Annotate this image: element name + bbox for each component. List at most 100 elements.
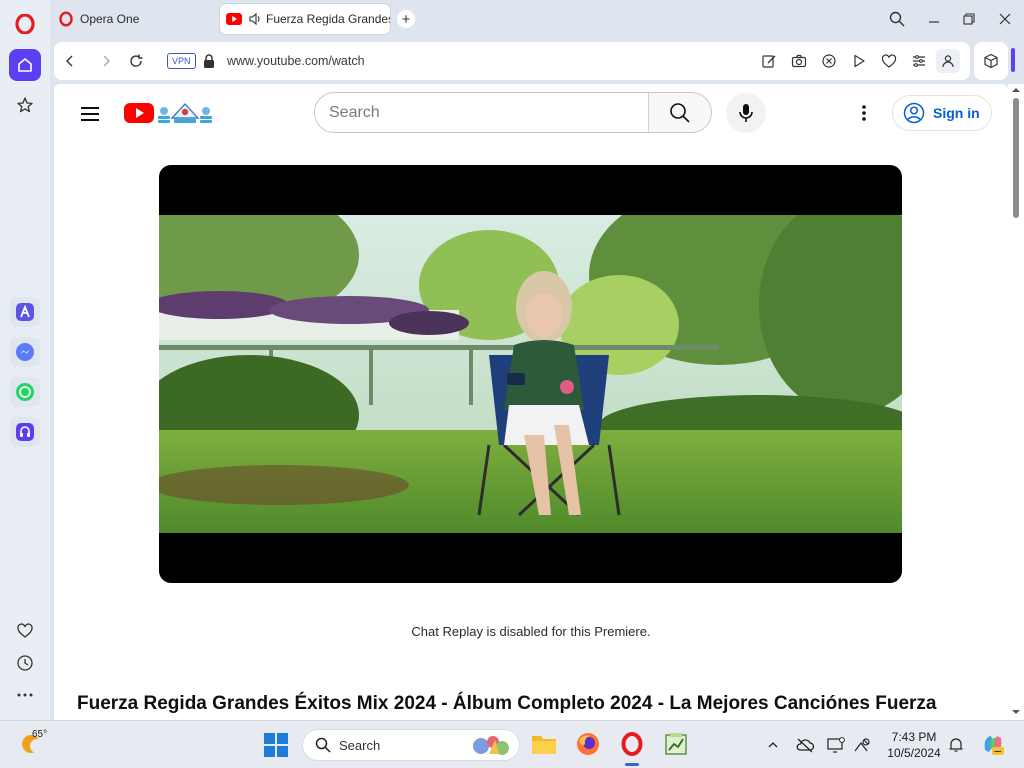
scroll-down-arrow-icon: [1012, 710, 1020, 714]
bell-icon: [949, 738, 963, 752]
messenger-button[interactable]: [10, 337, 40, 367]
windows-logo-icon: [264, 733, 288, 757]
profile-button[interactable]: [936, 49, 960, 73]
search-highlight-icon: [473, 736, 509, 755]
scroll-up-arrow-icon: [1012, 88, 1020, 92]
music-player-button[interactable]: [10, 417, 40, 447]
notifications-button[interactable]: [946, 735, 966, 755]
settings-more-button[interactable]: [852, 101, 876, 125]
guide-menu-button[interactable]: [78, 102, 102, 126]
vpn-badge[interactable]: VPN: [167, 53, 196, 69]
minimize-button[interactable]: [924, 9, 944, 29]
opera-taskbar-button[interactable]: [619, 731, 645, 757]
page-viewport: Sign in: [54, 84, 1008, 720]
restore-button[interactable]: [959, 9, 979, 29]
close-icon: [999, 13, 1011, 25]
history-icon: [17, 655, 33, 671]
taskbar-search[interactable]: Search: [302, 729, 520, 761]
weather-temperature: 65°: [32, 729, 48, 740]
tray-overflow-button[interactable]: [763, 735, 783, 755]
firefox-icon: [577, 733, 599, 755]
extensions-button[interactable]: [974, 42, 1008, 80]
edit-page-button[interactable]: [759, 51, 779, 71]
clock-date: 10/5/2024: [887, 746, 941, 760]
windows-taskbar: 65° Search 7:43 PM 10/5/2024: [0, 720, 1024, 768]
whatsapp-button[interactable]: [10, 377, 40, 407]
profile-icon: [942, 55, 954, 68]
copilot-button[interactable]: [980, 731, 1006, 757]
pinboards-button[interactable]: [15, 621, 35, 641]
new-tab-button[interactable]: +: [397, 10, 415, 28]
lock-icon[interactable]: [199, 51, 219, 71]
search-box: [314, 92, 712, 133]
chart-app-icon: [665, 733, 687, 755]
adblock-button[interactable]: [819, 51, 839, 71]
tab-opera-one[interactable]: Opera One: [56, 4, 216, 34]
vertical-dots-icon: [862, 105, 866, 121]
tab-label: Opera One: [80, 12, 140, 26]
settings-lines-icon: [913, 55, 925, 67]
sidebar-more-button[interactable]: [15, 685, 35, 705]
sidebar-accent-bar: [1011, 48, 1015, 72]
star-icon: [17, 97, 33, 113]
favorites-button[interactable]: [879, 51, 899, 71]
microphone-icon: [739, 104, 753, 122]
aria-icon: [16, 303, 34, 321]
youtube-favicon-icon: [226, 13, 242, 25]
chart-app-button[interactable]: [663, 731, 689, 757]
address-toolbar: VPN www.youtube.com/watch: [54, 42, 970, 80]
onedrive-tray-button[interactable]: [795, 735, 815, 755]
scrollbar-thumb[interactable]: [1013, 98, 1019, 218]
opera-logo-icon: [621, 732, 643, 756]
search-button[interactable]: [648, 93, 711, 132]
reload-button[interactable]: [126, 51, 146, 71]
more-icon: [17, 693, 33, 697]
player-button[interactable]: [849, 51, 869, 71]
bookmarks-button[interactable]: [15, 95, 35, 115]
display-tray-button[interactable]: [826, 735, 846, 755]
tab-search-button[interactable]: [887, 9, 907, 29]
messenger-icon: [16, 343, 34, 361]
reload-icon: [130, 54, 143, 67]
file-explorer-button[interactable]: [531, 731, 557, 757]
start-button[interactable]: [264, 733, 288, 757]
sign-in-label: Sign in: [933, 105, 980, 121]
network-tray-button[interactable]: [852, 735, 872, 755]
video-player[interactable]: [159, 165, 902, 583]
snapshot-button[interactable]: [789, 51, 809, 71]
account-circle-icon: [903, 102, 925, 124]
opera-sidebar: [0, 0, 50, 720]
speaker-icon[interactable]: [248, 12, 262, 26]
cloud-offline-icon: [796, 738, 815, 753]
youtube-doodle-logo[interactable]: [124, 100, 220, 126]
close-window-button[interactable]: [995, 9, 1015, 29]
forward-button[interactable]: [96, 51, 116, 71]
clock-time: 7:43 PM: [891, 730, 937, 744]
heart-icon: [17, 623, 33, 638]
home-button[interactable]: [9, 49, 41, 81]
taskbar-search-label: Search: [339, 737, 381, 753]
tab-label: Fuerza Regida Grandes: [266, 12, 390, 26]
page-scrollbar[interactable]: [1008, 84, 1024, 720]
sign-in-button[interactable]: Sign in: [892, 95, 992, 131]
easy-setup-button[interactable]: [909, 51, 929, 71]
opera-menu-logo[interactable]: [15, 14, 35, 34]
firefox-button[interactable]: [575, 731, 601, 757]
chevron-right-icon: [103, 55, 110, 67]
back-button[interactable]: [60, 51, 80, 71]
opera-logo-icon: [59, 11, 73, 27]
monitor-icon: [827, 737, 845, 753]
history-button[interactable]: [15, 653, 35, 673]
tab-youtube-video[interactable]: Fuerza Regida Grandes: [220, 4, 390, 34]
search-input[interactable]: [315, 93, 648, 132]
restore-icon: [963, 13, 975, 25]
heart-icon: [881, 54, 897, 68]
tab-strip: Opera One Fuerza Regida Grandes +: [50, 0, 1024, 38]
address-bar-url[interactable]: www.youtube.com/watch: [227, 54, 365, 68]
running-app-indicator: [625, 763, 639, 766]
camera-icon: [791, 54, 807, 68]
aria-button[interactable]: [10, 297, 40, 327]
search-icon: [315, 737, 331, 753]
system-clock[interactable]: 7:43 PM 10/5/2024: [878, 729, 950, 761]
voice-search-button[interactable]: [726, 93, 766, 133]
